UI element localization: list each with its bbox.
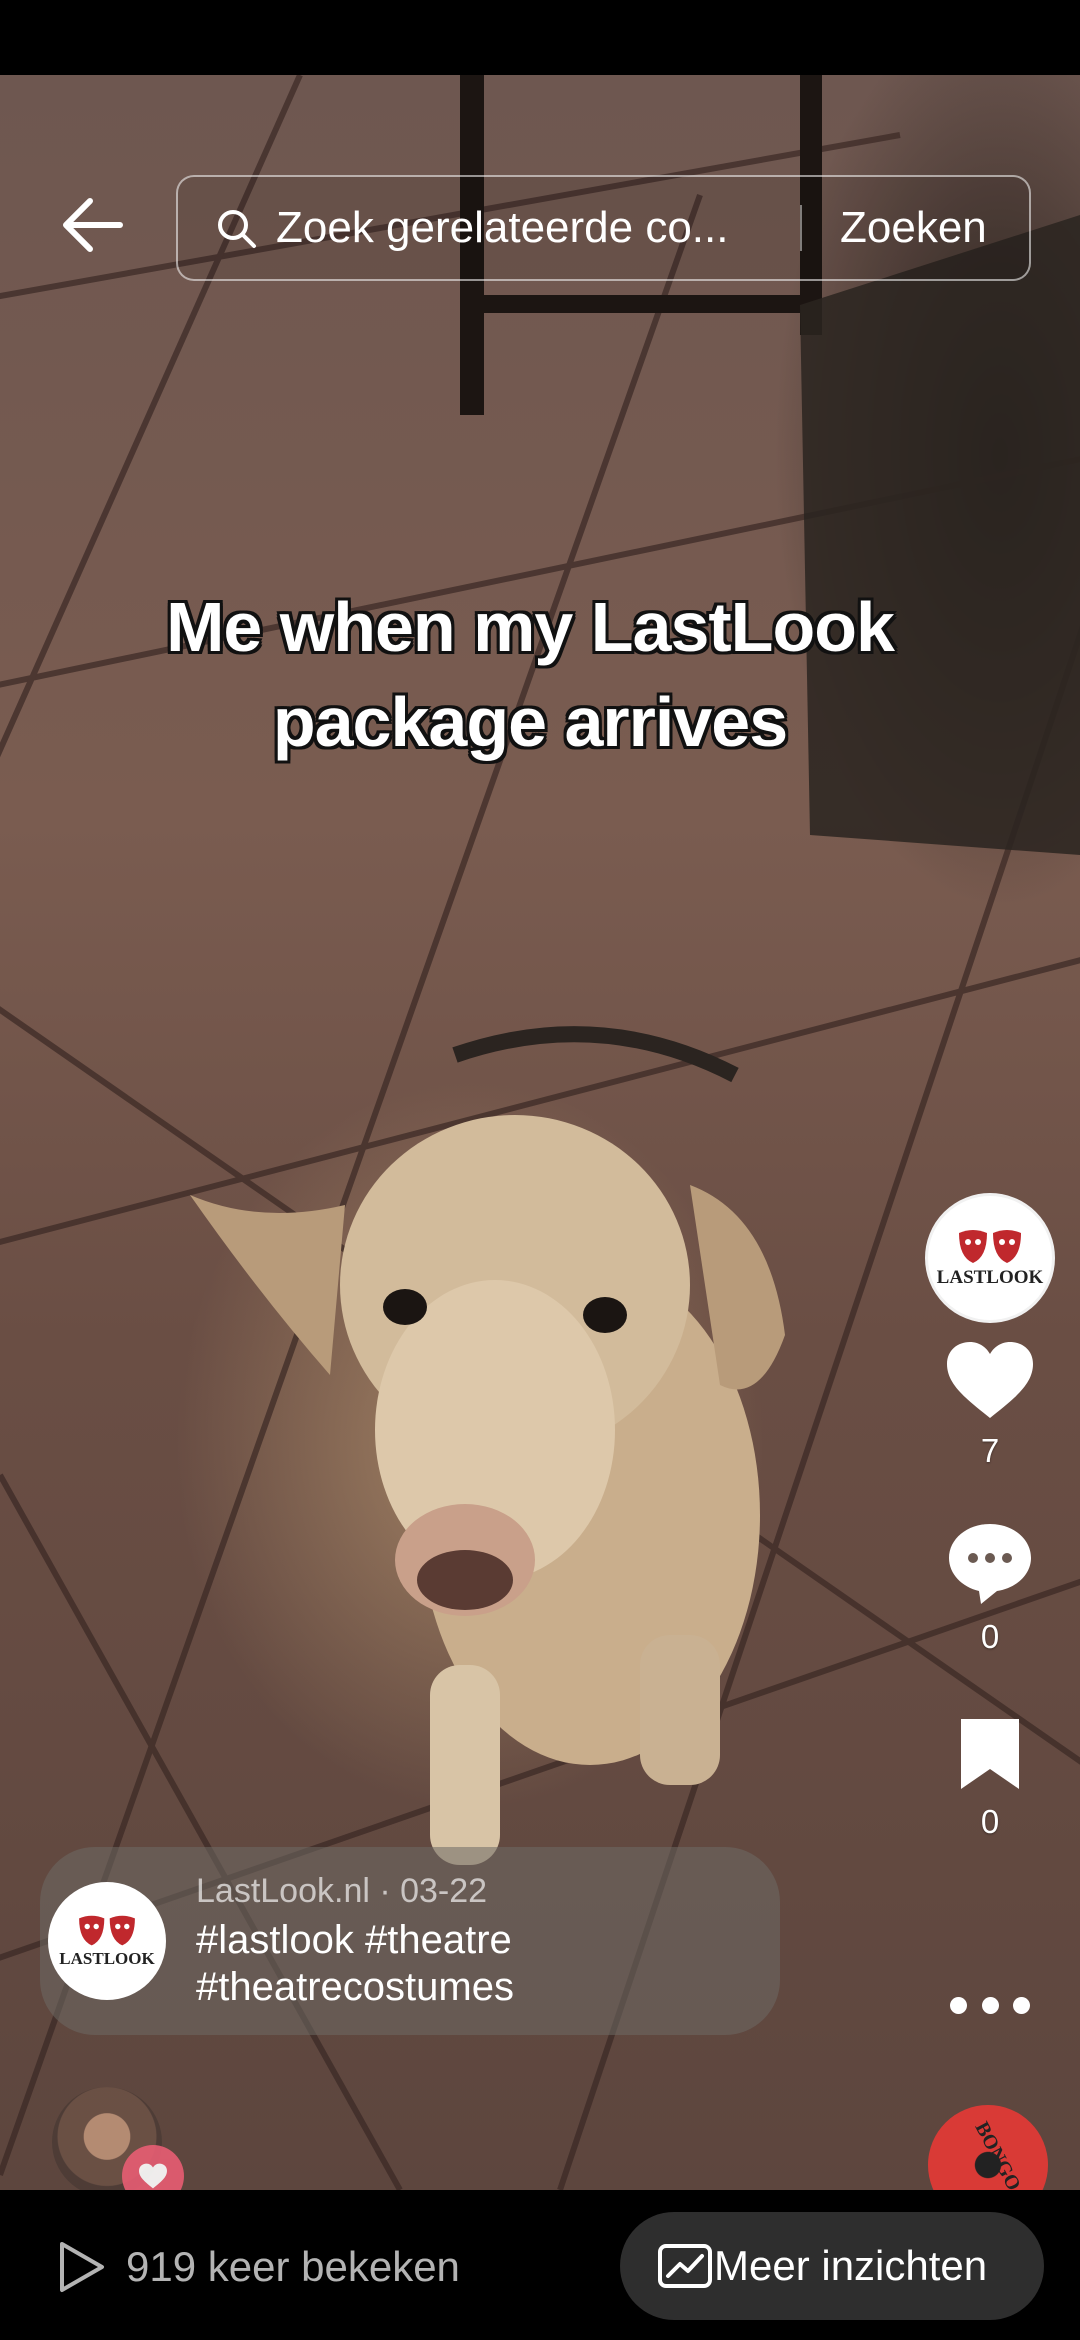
comment-button[interactable]: 0: [930, 1520, 1050, 1656]
more-insights-label: Meer inzichten: [714, 2242, 988, 2289]
heart-icon: [139, 2163, 167, 2189]
post-hashtags-line-2[interactable]: #theatrecostumes: [196, 1964, 514, 2011]
theatre-masks-icon: [959, 1230, 1021, 1263]
dot-1: [950, 1996, 967, 2014]
caption-line-1: Me when my LastLook: [166, 588, 895, 666]
video-caption: Me when my LastLook package arrives: [0, 580, 1060, 770]
analytics-icon: [658, 2244, 712, 2288]
creator-logo-text: LASTLOOK: [936, 1267, 1044, 1288]
caption-line-2: package arrives: [272, 683, 788, 761]
status-bar: [0, 0, 1080, 75]
creator-avatar[interactable]: LASTLOOK: [925, 1193, 1055, 1323]
comment-icon: [949, 1524, 1031, 1604]
search-input[interactable]: Zoek gerelateerde co...: [276, 203, 776, 253]
sound-disc-label: BONGO: [970, 2118, 1025, 2190]
more-insights-button[interactable]: Meer inzichten: [620, 2212, 1044, 2320]
more-options-icon[interactable]: [950, 1985, 1030, 2025]
save-count: 0: [980, 1803, 1000, 1840]
view-count-text: 919 keer bekeken: [126, 2243, 460, 2290]
post-author-avatar[interactable]: LASTLOOK: [48, 1882, 166, 2000]
like-button[interactable]: 7: [930, 1340, 1050, 1470]
post-text: LastLook.nl · 03-22 #lastlook #theatre #…: [196, 1872, 514, 2011]
play-icon: [60, 2242, 104, 2292]
comment-count: 0: [980, 1618, 1000, 1655]
post-author-date: LastLook.nl · 03-22: [196, 1871, 488, 1910]
video-player[interactable]: Zoek gerelateerde co... Zoeken Me when m…: [0, 75, 1080, 2190]
dot-2: [981, 1996, 999, 2014]
search-divider: [800, 205, 802, 251]
like-count: 7: [980, 1432, 1000, 1469]
theatre-masks-icon: [79, 1915, 135, 1946]
search-icon: [218, 210, 256, 248]
bottom-bar: 919 keer bekeken Meer inzichten: [0, 2190, 1080, 2340]
post-hashtags-line-1[interactable]: #lastlook #theatre: [196, 1917, 514, 1964]
bookmark-icon: [961, 1719, 1019, 1789]
save-button[interactable]: 0: [930, 1715, 1050, 1841]
heart-icon: [947, 1342, 1033, 1418]
search-bar[interactable]: Zoek gerelateerde co... Zoeken: [176, 175, 1031, 281]
back-button[interactable]: [52, 185, 132, 265]
back-arrow-icon: [63, 198, 123, 252]
post-info-card[interactable]: LASTLOOK LastLook.nl · 03-22 #lastlook #…: [40, 1847, 780, 2035]
dot-3: [1013, 1996, 1030, 2014]
view-count: 919 keer bekeken: [56, 2240, 460, 2294]
search-submit-button[interactable]: Zoeken: [840, 203, 987, 253]
post-author-logo-text: LASTLOOK: [59, 1949, 155, 1968]
